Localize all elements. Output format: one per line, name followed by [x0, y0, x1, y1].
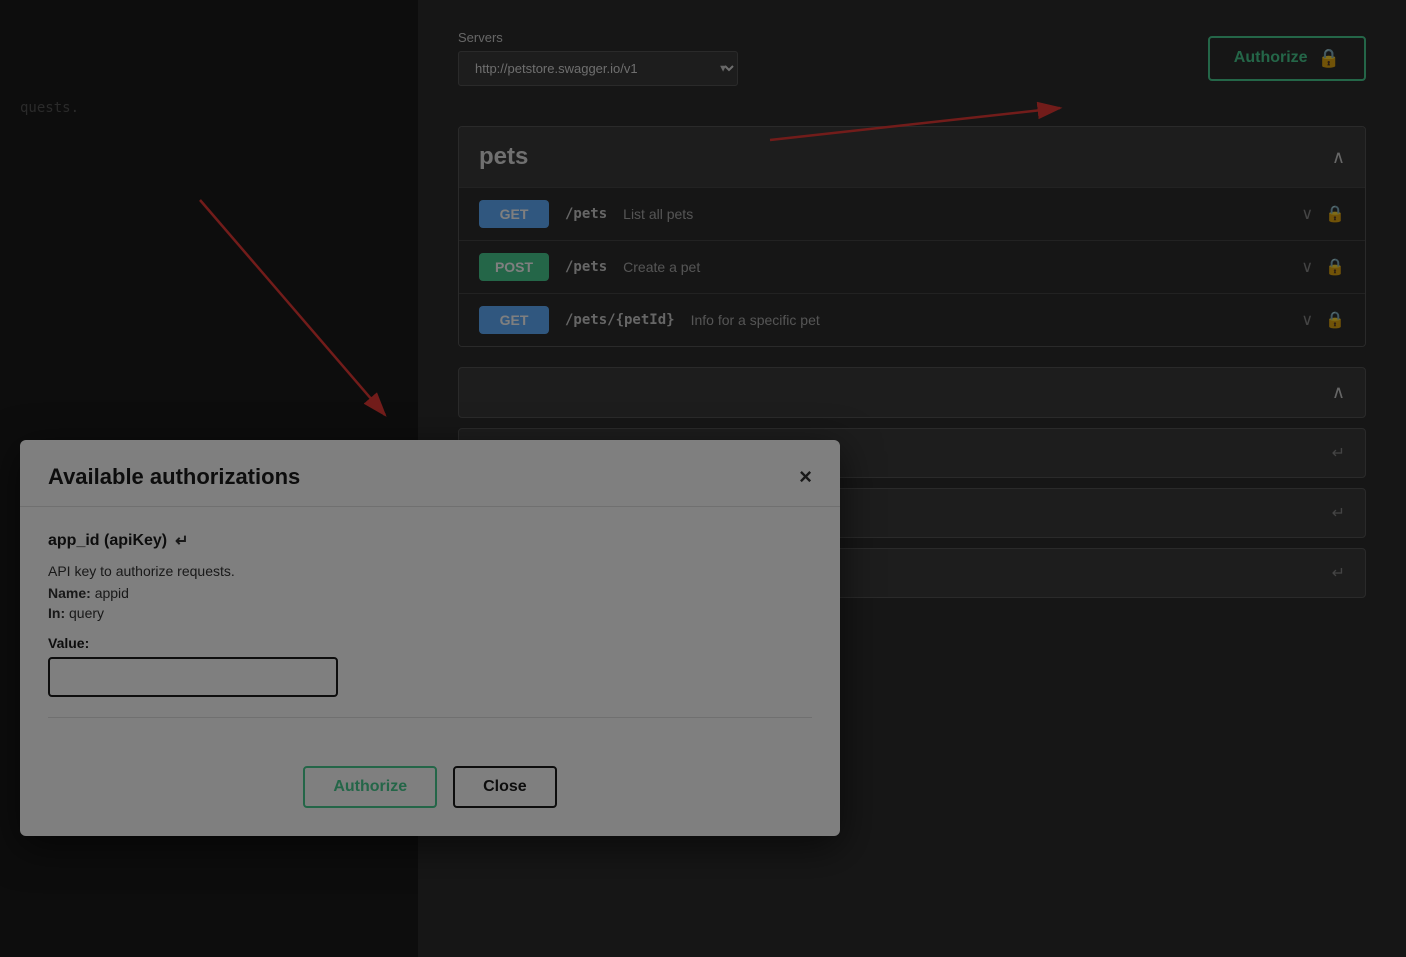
- modal-overlay: [0, 0, 1406, 957]
